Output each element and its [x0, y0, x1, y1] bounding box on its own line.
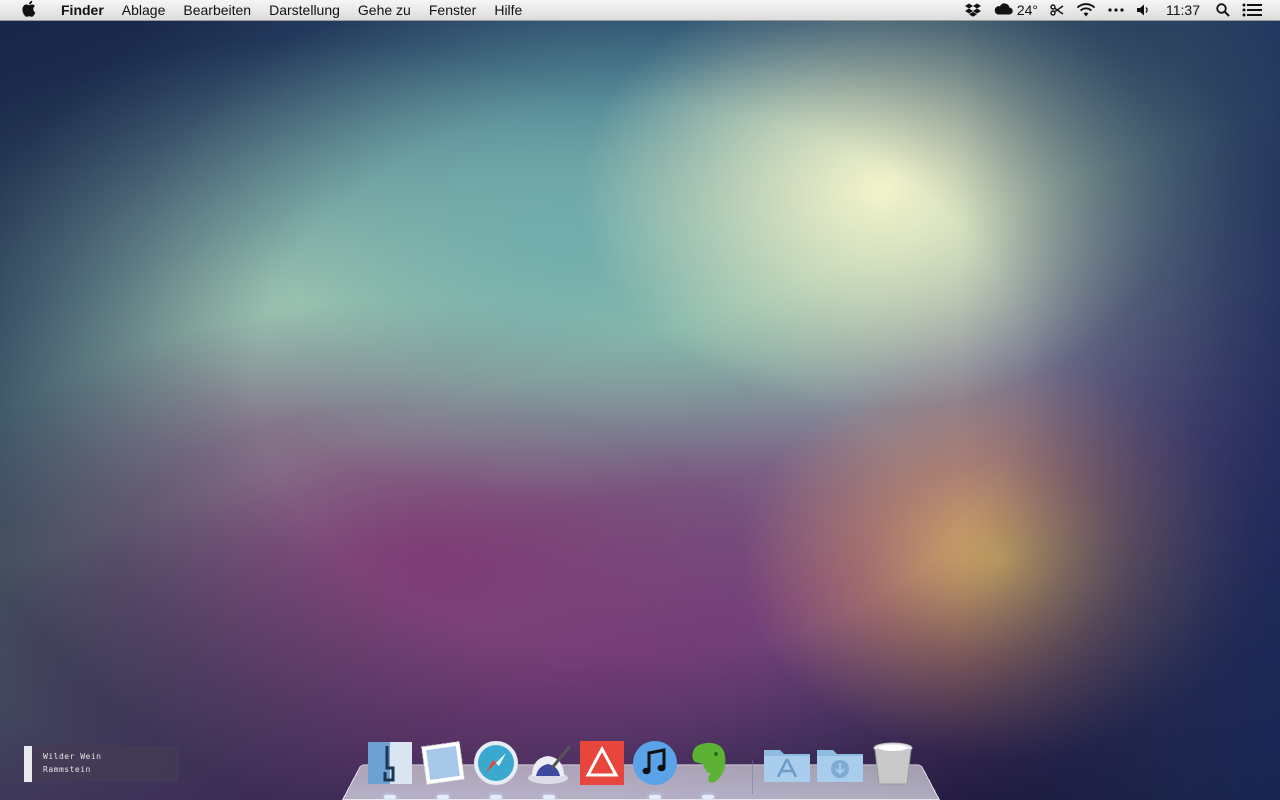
running-indicator-finder [384, 795, 396, 799]
finder-icon[interactable] [367, 740, 413, 786]
apple-logo-icon[interactable] [18, 0, 38, 21]
speaker-icon[interactable] [1130, 4, 1156, 16]
pen-ink-icon[interactable] [526, 740, 572, 786]
running-indicator-pen-ink [543, 795, 555, 799]
menu-bearbeiten[interactable]: Bearbeiten [174, 0, 260, 21]
menu-bar-status: 24° 11:37 [959, 0, 1280, 21]
dropbox-icon[interactable] [959, 3, 987, 17]
menu-ablage[interactable]: Ablage [113, 0, 175, 21]
menu-darstellung[interactable]: Darstellung [260, 0, 349, 21]
now-playing-artist: Rammstein [43, 765, 91, 774]
list-icon[interactable] [1236, 3, 1268, 17]
menu-fenster[interactable]: Fenster [420, 0, 485, 21]
magnifier-icon[interactable] [1210, 3, 1236, 17]
weather-widget[interactable]: 24° [987, 0, 1044, 21]
safari-icon[interactable] [473, 740, 519, 786]
running-indicator-itunes [649, 795, 661, 799]
menu-app-name[interactable]: Finder [52, 0, 113, 21]
menu-bar: Finder Ablage Bearbeiten Darstellung Geh… [0, 0, 1280, 21]
cloud-icon [993, 0, 1013, 21]
wifi-icon[interactable] [1070, 3, 1102, 17]
scissors-icon[interactable] [1044, 4, 1070, 16]
itunes-icon[interactable] [632, 740, 678, 786]
evernote-icon[interactable] [685, 740, 731, 786]
wallpaper-shade [960, 20, 1280, 800]
red-triangle-app-icon[interactable] [579, 740, 625, 786]
ellipsis-icon[interactable] [1102, 8, 1130, 12]
now-playing-widget[interactable]: Wilder Wein Rammstein [24, 746, 179, 782]
running-indicator-safari [490, 795, 502, 799]
now-playing-track: Wilder Wein [43, 752, 102, 761]
clock[interactable]: 11:37 [1156, 0, 1210, 21]
running-indicator-mail [437, 795, 449, 799]
menu-hilfe[interactable]: Hilfe [485, 0, 531, 21]
running-indicator-evernote [702, 795, 714, 799]
menu-bar-left: Finder Ablage Bearbeiten Darstellung Geh… [0, 0, 531, 21]
mail-icon[interactable] [420, 740, 466, 786]
downloads-folder-icon[interactable] [815, 740, 863, 786]
dock-separator [752, 760, 753, 794]
menu-gehe-zu[interactable]: Gehe zu [349, 0, 420, 21]
temperature-label: 24° [1016, 1, 1038, 18]
applications-folder-icon[interactable] [762, 740, 810, 786]
trash-icon[interactable] [870, 740, 916, 786]
